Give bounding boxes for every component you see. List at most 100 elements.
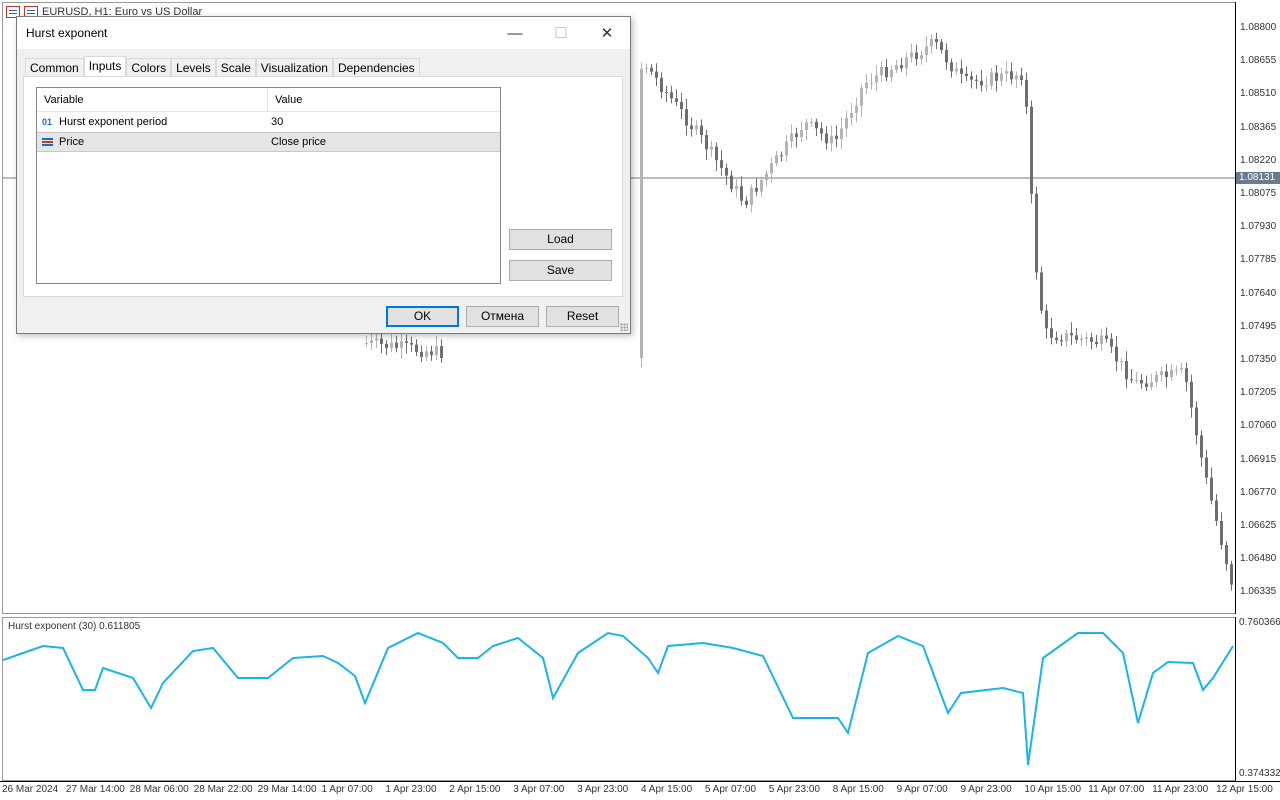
table-row[interactable]: 01 Hurst exponent period 30 — [37, 112, 500, 132]
candle-body — [420, 351, 423, 357]
time-axis-label: 9 Apr 23:00 — [960, 784, 1012, 795]
time-axis-label: 5 Apr 23:00 — [768, 784, 820, 795]
dialog-titlebar[interactable]: Hurst exponent — ☐ ✕ — [17, 17, 630, 49]
tab-common[interactable]: Common — [25, 58, 84, 77]
variable-name: Hurst exponent period — [59, 116, 168, 128]
table-header: Variable Value — [37, 88, 500, 112]
candle-body — [880, 67, 883, 76]
candle-body — [930, 38, 933, 47]
candle-body — [430, 351, 433, 356]
indicator-title: Hurst exponent (30) 0.611805 — [8, 621, 141, 632]
candle-body — [1050, 328, 1053, 338]
candle-body — [895, 65, 898, 71]
candle-body — [780, 155, 783, 157]
candle-body — [1035, 193, 1038, 273]
candle-body — [1090, 337, 1093, 342]
candle-body — [925, 46, 928, 56]
tab-visualization[interactable]: Visualization — [255, 58, 333, 77]
candle-body — [985, 85, 988, 87]
candle-body — [435, 346, 438, 356]
candle-body — [660, 77, 663, 93]
candle-body — [665, 92, 668, 94]
price-axis-label: 1.07930 — [1240, 221, 1277, 233]
candle-body — [1185, 368, 1188, 382]
candle-body — [1065, 333, 1068, 342]
price-axis-label: 1.07640 — [1240, 287, 1277, 299]
candle-body — [400, 341, 403, 348]
tab-colors[interactable]: Colors — [126, 58, 172, 77]
maximize-button[interactable]: ☐ — [538, 17, 584, 49]
candle-body — [1135, 379, 1138, 381]
load-button[interactable]: Load — [509, 229, 612, 250]
candle-body — [375, 338, 378, 341]
candle-body — [705, 135, 708, 150]
candle-body — [380, 338, 383, 344]
indicator-axis: 0.760366 0.374332 — [1235, 617, 1280, 781]
table-row[interactable]: Price Close price — [37, 132, 500, 152]
parameters-table[interactable]: Variable Value 01 Hurst exponent period … — [36, 87, 501, 284]
indicator-properties-dialog: Hurst exponent — ☐ ✕ Common Inputs Color… — [16, 16, 631, 334]
candle-body — [1125, 361, 1128, 380]
time-axis-label: 28 Mar 22:00 — [193, 784, 253, 795]
candle-body — [1110, 338, 1113, 347]
price-axis-label: 1.08075 — [1240, 188, 1277, 199]
time-axis[interactable]: 26 Mar 2024 27 Mar 14:00 28 Mar 06:00 28 Ma… — [0, 781, 1280, 800]
time-axis-label: 3 Apr 07:00 — [513, 784, 565, 795]
candle-body — [955, 68, 958, 72]
time-axis-label: 28 Mar 06:00 — [129, 784, 189, 795]
candle-body — [980, 80, 983, 86]
price-axis-label: 1.07205 — [1240, 387, 1277, 399]
value-cell[interactable]: 30 — [268, 116, 283, 128]
time-axis-label: 2 Apr 15:00 — [449, 784, 501, 795]
minimize-button[interactable]: — — [492, 17, 538, 49]
candle-body — [1005, 71, 1008, 74]
price-axis-label: 1.08365 — [1240, 121, 1277, 133]
dialog-title: Hurst exponent — [26, 26, 108, 40]
tab-levels[interactable]: Levels — [171, 58, 216, 77]
time-axis-label: 5 Apr 07:00 — [704, 784, 757, 795]
price-axis-label: 1.06770 — [1240, 486, 1277, 498]
tab-inputs[interactable]: Inputs — [83, 56, 127, 77]
header-value[interactable]: Value — [268, 88, 302, 111]
candle-body — [1160, 371, 1163, 376]
price-axis-label: 1.06480 — [1240, 553, 1277, 565]
candle-body — [1010, 71, 1013, 80]
candle-body — [915, 52, 918, 59]
cancel-button[interactable]: Отмена — [466, 306, 539, 327]
time-axis-label: 29 Mar 14:00 — [257, 784, 317, 795]
candle-body — [820, 128, 823, 134]
candle-body — [735, 186, 738, 190]
candle-body — [790, 133, 793, 142]
integer-param-icon: 01 — [42, 117, 53, 127]
price-axis-label: 1.06915 — [1240, 453, 1277, 465]
time-axis-label: 8 Apr 15:00 — [832, 784, 884, 795]
reset-button[interactable]: Reset — [546, 306, 619, 327]
ok-button[interactable]: OK — [386, 306, 459, 327]
candle-body — [1215, 500, 1218, 521]
time-axis-label: 1 Apr 07:00 — [321, 784, 373, 795]
candle-body — [845, 117, 848, 129]
time-axis-label: 12 Apr 15:00 — [1216, 784, 1273, 795]
candle-body — [440, 346, 443, 359]
candle-body — [890, 70, 893, 78]
candle-body — [785, 141, 788, 156]
candle-body — [815, 121, 818, 129]
price-axis[interactable]: 1.08800 1.08655 1.08510 1.08365 1.08220 1.080… — [1235, 2, 1280, 614]
candle-body — [1015, 75, 1018, 80]
close-button[interactable]: ✕ — [584, 17, 630, 49]
candle-body — [725, 167, 728, 176]
candle-body — [975, 79, 978, 81]
tab-dependencies[interactable]: Dependencies — [332, 58, 420, 77]
tab-scale[interactable]: Scale — [215, 58, 256, 77]
indicator-subwindow[interactable]: Hurst exponent (30) 0.611805 — [2, 617, 1235, 781]
resize-grip[interactable] — [620, 323, 628, 331]
save-button[interactable]: Save — [509, 260, 612, 281]
header-variable[interactable]: Variable — [37, 88, 268, 111]
candle-body — [385, 343, 388, 348]
value-cell[interactable]: Close price — [268, 136, 326, 148]
candle-body — [945, 49, 948, 63]
candle-body — [1140, 379, 1143, 384]
candle-body — [1045, 310, 1048, 329]
candle-body — [900, 65, 903, 69]
candle-body — [1170, 369, 1173, 378]
